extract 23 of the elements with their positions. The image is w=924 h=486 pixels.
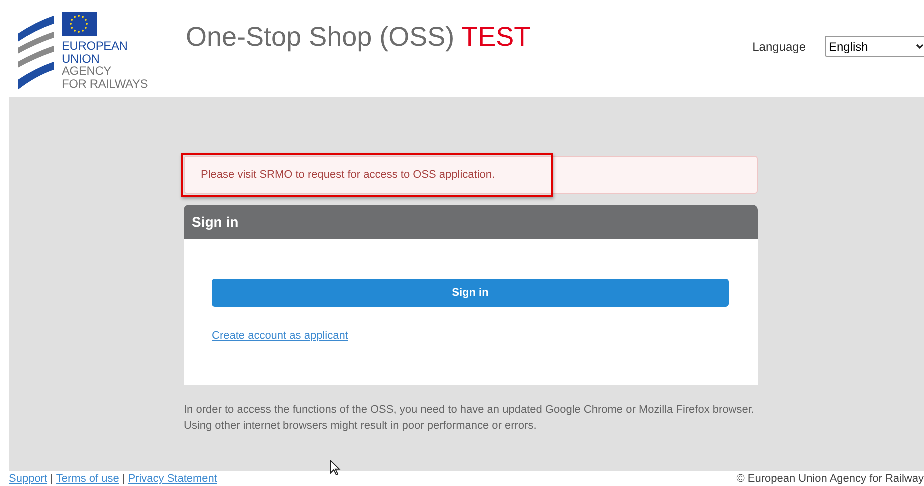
footer-link[interactable]: Support xyxy=(9,473,48,486)
eu-flag-icon xyxy=(62,12,97,36)
language-select[interactable]: English xyxy=(825,36,924,57)
alert-message: Please visit SRMO to request for access to OSS application. xyxy=(184,156,758,194)
separator-text: | xyxy=(122,473,126,486)
cursor-icon xyxy=(330,460,341,476)
sign-in-button[interactable]: Sign in xyxy=(212,278,729,307)
create-account-link[interactable]: Create account as applicant xyxy=(212,330,348,342)
app-title: One-Stop Shop (OSS) xyxy=(186,22,455,53)
footer-link[interactable]: Terms of use xyxy=(56,473,120,486)
separator-text: | xyxy=(50,473,54,486)
logo-text: AGENCY xyxy=(62,65,112,78)
stripes-logo-icon xyxy=(16,14,56,92)
environment-label: TEST xyxy=(462,22,531,53)
footer-link[interactable]: Privacy Statement xyxy=(128,473,218,486)
copyright-text: © European Union Agency for Railway xyxy=(736,473,924,486)
browser-notice: In order to access the functions of the OSS, you need to have an updated Google Chrome or Mozilla Firefox browser. Using other internet browsers might result in poor performance or errors. xyxy=(184,402,756,434)
logo-text: EUROPEAN xyxy=(62,40,129,52)
logo-text: FOR RAILWAYS xyxy=(62,78,148,90)
panel-header: Sign in xyxy=(184,204,758,239)
language-label: Language xyxy=(752,40,806,54)
chevron-down-icon xyxy=(916,44,924,50)
logo-text: UNION xyxy=(62,52,101,65)
